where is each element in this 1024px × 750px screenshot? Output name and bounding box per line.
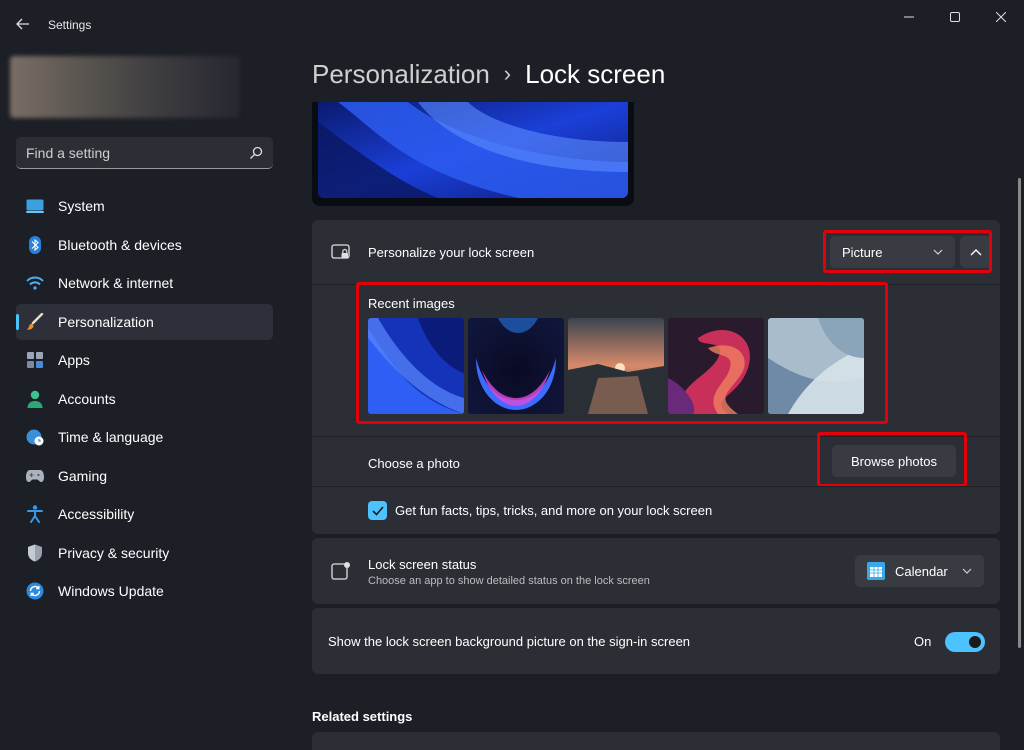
back-arrow-icon (16, 18, 29, 30)
sidebar-item-windows-update[interactable]: Windows Update (16, 573, 273, 609)
minimize-button[interactable] (886, 0, 932, 34)
signin-background-card: Show the lock screen background picture … (312, 608, 1000, 674)
gamepad-icon (26, 467, 44, 485)
lock-screen-preview (312, 102, 634, 206)
bluetooth-icon (26, 235, 44, 254)
main-content: Personalization › Lock screen Personaliz… (290, 48, 1024, 750)
sidebar-item-accessibility[interactable]: Accessibility (16, 496, 273, 532)
sidebar-item-gaming[interactable]: Gaming (16, 458, 273, 494)
system-icon (26, 197, 44, 215)
status-title: Lock screen status (368, 557, 477, 572)
sidebar-item-label: Time & language (58, 429, 164, 445)
search-icon[interactable] (249, 146, 263, 160)
maximize-icon (950, 12, 960, 22)
sidebar: System Bluetooth & devices Network & int… (0, 48, 290, 750)
breadcrumb-separator: › (503, 61, 512, 86)
person-icon (26, 390, 44, 408)
personalize-title: Personalize your lock screen (368, 245, 535, 260)
highlight-browse-button (817, 432, 967, 487)
clock-globe-icon (26, 428, 44, 446)
brush-icon (26, 312, 44, 331)
user-profile-card[interactable] (10, 56, 240, 118)
minimize-icon (904, 16, 914, 18)
checkmark-icon (371, 505, 384, 516)
sidebar-item-label: Gaming (58, 467, 108, 484)
personalize-card: Personalize your lock screen Picture Rec… (312, 220, 1000, 534)
sidebar-nav: System Bluetooth & devices Network & int… (16, 188, 273, 612)
calendar-icon (867, 562, 885, 580)
fun-facts-label: Get fun facts, tips, tricks, and more on… (395, 503, 713, 518)
sidebar-item-network[interactable]: Network & internet (16, 265, 273, 301)
signin-background-label: Show the lock screen background picture … (328, 634, 691, 649)
sidebar-item-label: Accessibility (58, 506, 135, 522)
sidebar-item-bluetooth[interactable]: Bluetooth & devices (16, 227, 273, 263)
apps-icon (26, 351, 44, 369)
lock-screen-status-card: Lock screen status Choose an app to show… (312, 538, 1000, 604)
sidebar-item-accounts[interactable]: Accounts (16, 381, 273, 417)
app-title: Settings (48, 18, 92, 32)
related-settings-card[interactable] (312, 732, 1000, 750)
maximize-button[interactable] (932, 0, 978, 34)
close-icon (996, 12, 1006, 22)
highlight-dropdown (823, 230, 992, 273)
sidebar-item-privacy-security[interactable]: Privacy & security (16, 535, 273, 571)
wifi-icon (26, 274, 44, 292)
sidebar-item-label: Personalization (58, 313, 154, 330)
close-button[interactable] (978, 0, 1024, 34)
scrollbar[interactable] (1018, 178, 1021, 648)
dropdown-value: Calendar (895, 563, 948, 579)
sidebar-item-apps[interactable]: Apps (16, 342, 273, 378)
preview-image (318, 102, 628, 198)
status-icon (330, 560, 352, 582)
divider (312, 486, 1000, 487)
search-input[interactable] (26, 144, 249, 161)
shield-icon (26, 544, 44, 562)
status-app-dropdown[interactable]: Calendar (855, 555, 984, 587)
sidebar-item-label: Accounts (58, 390, 116, 407)
choose-photo-label: Choose a photo (368, 456, 460, 471)
update-icon (26, 582, 44, 600)
page-title: Lock screen (525, 58, 666, 89)
sidebar-item-label: System (58, 198, 105, 214)
search-box[interactable] (16, 137, 273, 169)
sidebar-item-label: Privacy & security (58, 544, 170, 561)
sidebar-item-label: Network & internet (58, 275, 174, 291)
status-subtitle: Choose an app to show detailed status on… (368, 575, 650, 587)
title-bar: Settings (0, 0, 1024, 48)
lock-screen-icon (330, 242, 352, 264)
window-controls (886, 0, 1024, 34)
settings-window: Settings Find a setting System Bluetooth… (0, 0, 1024, 750)
chevron-down-icon (962, 568, 972, 574)
highlight-recent-images (356, 282, 888, 424)
breadcrumb-parent[interactable]: Personalization (312, 59, 490, 90)
signin-background-toggle[interactable] (945, 632, 985, 652)
sidebar-item-system[interactable]: System (16, 188, 273, 224)
back-button[interactable] (10, 12, 36, 36)
sidebar-item-time-language[interactable]: Time & language (16, 419, 273, 455)
toggle-knob (969, 636, 981, 648)
related-settings-heading: Related settings (312, 709, 413, 724)
sidebar-item-label: Windows Update (58, 583, 164, 599)
sidebar-item-label: Bluetooth & devices (58, 236, 182, 253)
toggle-state-label: On (914, 634, 932, 649)
accessibility-icon (26, 505, 44, 523)
breadcrumb: Personalization › Lock screen (312, 58, 665, 90)
fun-facts-checkbox[interactable] (368, 501, 387, 520)
sidebar-item-personalization[interactable]: Personalization (16, 303, 273, 340)
sidebar-item-label: Apps (58, 352, 90, 368)
